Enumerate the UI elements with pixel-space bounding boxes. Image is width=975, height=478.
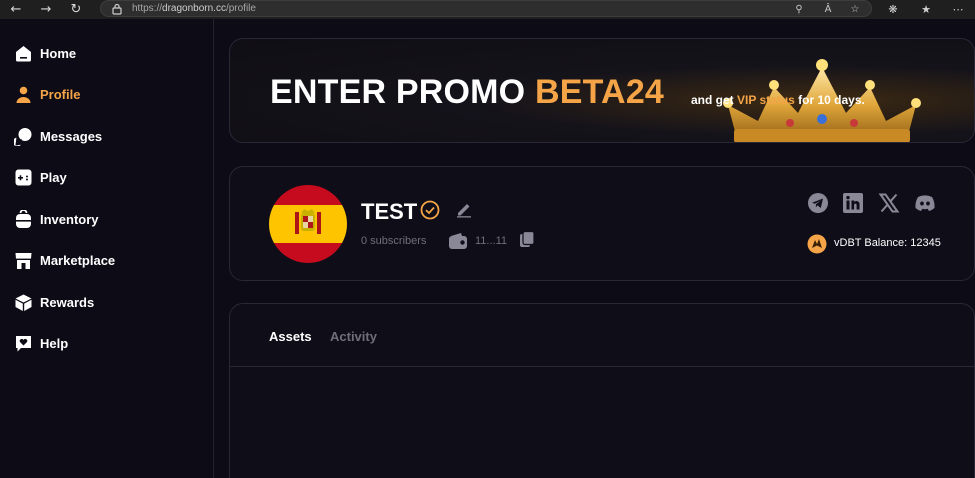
url-text: https://dragonborn.cc/profile: [132, 3, 256, 14]
sidebar: Home Profile Messages Play Inventory Mar…: [0, 19, 214, 478]
tabs-divider: [230, 366, 975, 367]
promo-code: BETA24: [534, 73, 665, 111]
copy-icon[interactable]: [519, 231, 535, 248]
promo-title: ENTER PROMO BETA24: [270, 73, 664, 112]
sidebar-item-label: Home: [40, 45, 77, 61]
sidebar-item-help[interactable]: Help: [14, 332, 68, 354]
store-icon: [14, 251, 33, 270]
more-menu-icon[interactable]: ⋯: [949, 1, 967, 17]
linkedin-icon[interactable]: [842, 192, 864, 214]
person-icon: [14, 85, 33, 104]
vdbt-balance: vDBT Balance: 12345: [834, 237, 941, 249]
assets-panel: Assets Activity: [229, 303, 975, 478]
tab-activity[interactable]: Activity: [330, 329, 377, 344]
x-twitter-icon[interactable]: [878, 192, 900, 214]
sidebar-item-rewards[interactable]: Rewards: [14, 291, 94, 313]
gamepad-icon: [14, 168, 33, 187]
sidebar-item-label: Rewards: [40, 294, 95, 310]
favorite-star-icon[interactable]: ☆: [847, 2, 863, 17]
promo-banner[interactable]: ENTER PROMO BETA24 and get VIP status fo…: [229, 38, 975, 143]
extensions-icon[interactable]: ❋: [884, 1, 902, 17]
address-bar[interactable]: https://dragonborn.cc/profile ⚲ Â ☆: [100, 0, 872, 17]
forward-arrow-icon[interactable]: →: [37, 1, 55, 17]
subscriber-count: 0 subscribers: [361, 235, 427, 247]
read-aloud-icon[interactable]: Â: [820, 2, 836, 17]
sidebar-item-label: Profile: [40, 86, 81, 102]
sidebar-item-label: Inventory: [40, 211, 99, 227]
telegram-icon[interactable]: [807, 192, 829, 214]
promo-title-prefix: ENTER PROMO: [270, 73, 535, 111]
vdbt-coin-icon: [807, 234, 827, 254]
sidebar-item-label: Help: [40, 335, 69, 351]
verified-icon: [420, 200, 440, 220]
promo-subtitle: and get VIP status for 10 days.: [691, 93, 865, 107]
sidebar-item-inventory[interactable]: Inventory: [14, 208, 99, 230]
lock-icon: [112, 3, 122, 15]
sidebar-item-label: Messages: [40, 128, 103, 144]
favorites-icon[interactable]: ★: [917, 1, 935, 17]
wallet-address: 11...11: [475, 235, 508, 247]
browser-toolbar: ← → ↻ https://dragonborn.cc/profile ⚲ Â…: [0, 0, 975, 19]
spain-flag-icon: [269, 185, 347, 263]
url-path: /profile: [225, 3, 256, 14]
url-prefix: https://: [132, 3, 163, 14]
url-host: dragonborn.cc: [162, 3, 226, 14]
tab-assets[interactable]: Assets: [269, 329, 312, 344]
discord-icon[interactable]: [914, 192, 936, 214]
edit-pencil-icon[interactable]: [455, 200, 473, 218]
avatar: [269, 185, 347, 263]
sidebar-item-home[interactable]: Home: [14, 42, 76, 64]
promo-vip-text: VIP status: [737, 93, 795, 107]
sidebar-item-profile[interactable]: Profile: [14, 83, 80, 105]
zoom-icon[interactable]: ⚲: [791, 2, 807, 17]
sidebar-item-label: Marketplace: [40, 252, 116, 268]
sidebar-item-marketplace[interactable]: Marketplace: [14, 249, 115, 271]
profile-name: TEST: [361, 199, 418, 224]
backpack-icon: [14, 209, 33, 229]
chat-icon: [14, 127, 33, 146]
heart-chat-icon: [14, 334, 33, 353]
profile-card: TEST 0 subscribers 11...11 vDBT Balance:…: [229, 166, 975, 281]
box-icon: [14, 293, 33, 312]
sidebar-item-messages[interactable]: Messages: [14, 125, 102, 147]
refresh-icon[interactable]: ↻: [67, 1, 85, 17]
home-icon: [14, 44, 33, 63]
wallet-icon: [449, 233, 467, 249]
promo-sub-prefix: and get: [691, 93, 738, 107]
sidebar-item-play[interactable]: Play: [14, 166, 67, 188]
back-arrow-icon[interactable]: ←: [7, 1, 25, 17]
promo-sub-suffix: for 10 days.: [794, 93, 865, 107]
sidebar-item-label: Play: [40, 169, 67, 185]
